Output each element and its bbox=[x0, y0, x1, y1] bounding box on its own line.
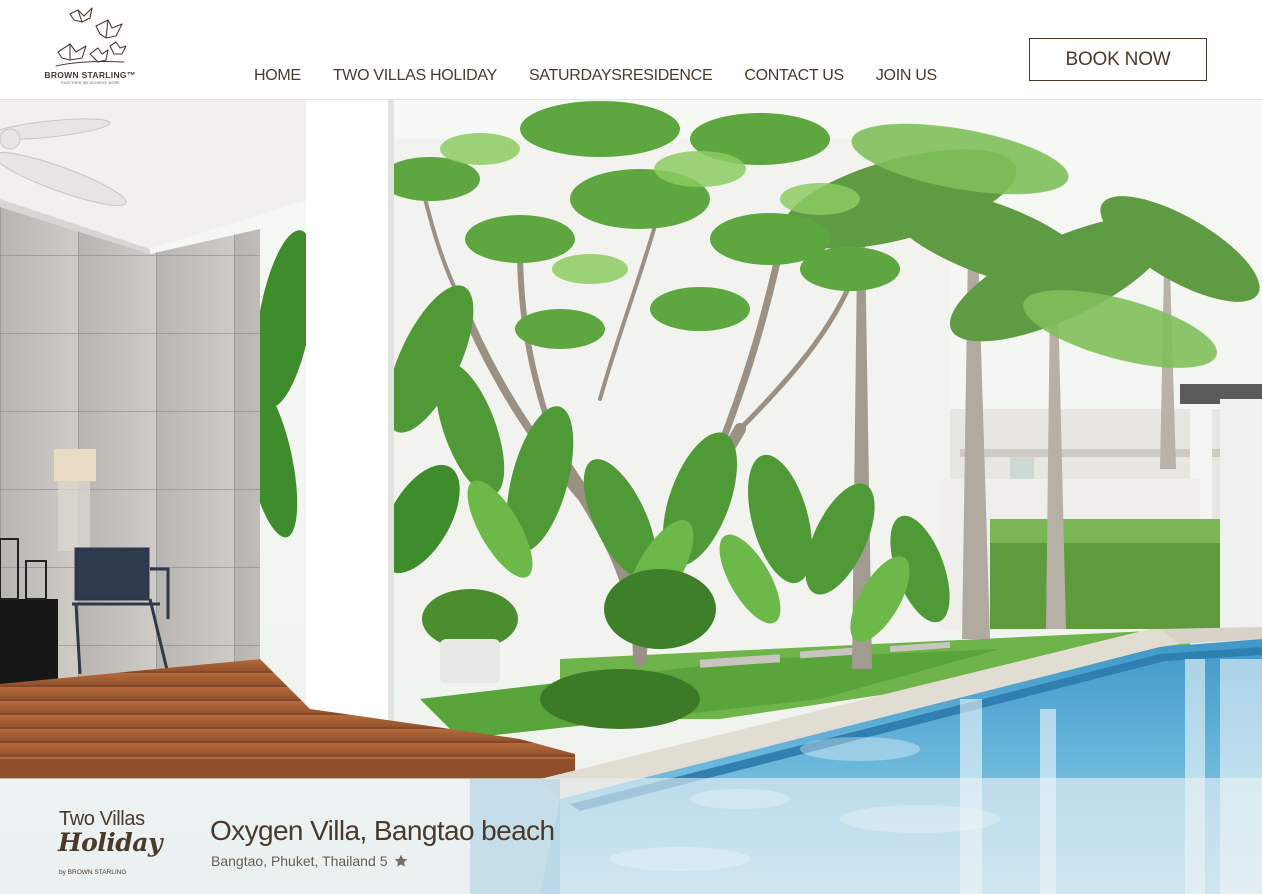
nav-item-contact-us[interactable]: CONTACT US bbox=[732, 67, 856, 85]
badge-line-holiday: Holiday bbox=[58, 828, 163, 857]
two-villas-holiday-logo[interactable]: Two Villas Holiday by BROWN STARLING bbox=[56, 808, 166, 878]
brand-logo[interactable]: BROWN STARLING™ TOGETHER WE ACHIEVE MORE bbox=[40, 6, 140, 90]
main-nav: HOME TWO VILLAS HOLIDAY SATURDAYSRESIDEN… bbox=[242, 64, 957, 88]
location-text: Bangtao, Phuket, Thailand bbox=[211, 853, 376, 869]
nav-item-join-us[interactable]: JOIN US bbox=[864, 67, 949, 85]
rating-value: 5 bbox=[379, 853, 388, 869]
birds-logo-icon bbox=[55, 7, 127, 67]
page: BROWN STARLING™ TOGETHER WE ACHIEVE MORE… bbox=[0, 0, 1262, 894]
star-icon bbox=[394, 854, 407, 867]
villa-title: Oxygen Villa, Bangtao beach bbox=[210, 815, 555, 846]
brand-tagline: TOGETHER WE ACHIEVE MORE bbox=[60, 81, 120, 85]
pool-villa-garden-photo bbox=[0, 99, 1262, 894]
nav-item-saturdaysresidence[interactable]: SATURDAYSRESIDENCE bbox=[517, 67, 724, 85]
villa-location: Bangtao, Phuket, Thailand 5 bbox=[211, 853, 409, 869]
brand-name: BROWN STARLING™ bbox=[44, 70, 136, 80]
badge-line-by-brown-starling: by BROWN STARLING bbox=[59, 869, 127, 876]
nav-item-two-villas-holiday[interactable]: TWO VILLAS HOLIDAY bbox=[321, 67, 509, 85]
hero-image bbox=[0, 99, 1262, 894]
listing-info-bar: Two Villas Holiday by BROWN STARLING Oxy… bbox=[0, 778, 1262, 894]
site-header: BROWN STARLING™ TOGETHER WE ACHIEVE MORE… bbox=[0, 0, 1262, 100]
nav-item-home[interactable]: HOME bbox=[242, 67, 313, 85]
book-now-button[interactable]: BOOK NOW bbox=[1029, 38, 1207, 81]
